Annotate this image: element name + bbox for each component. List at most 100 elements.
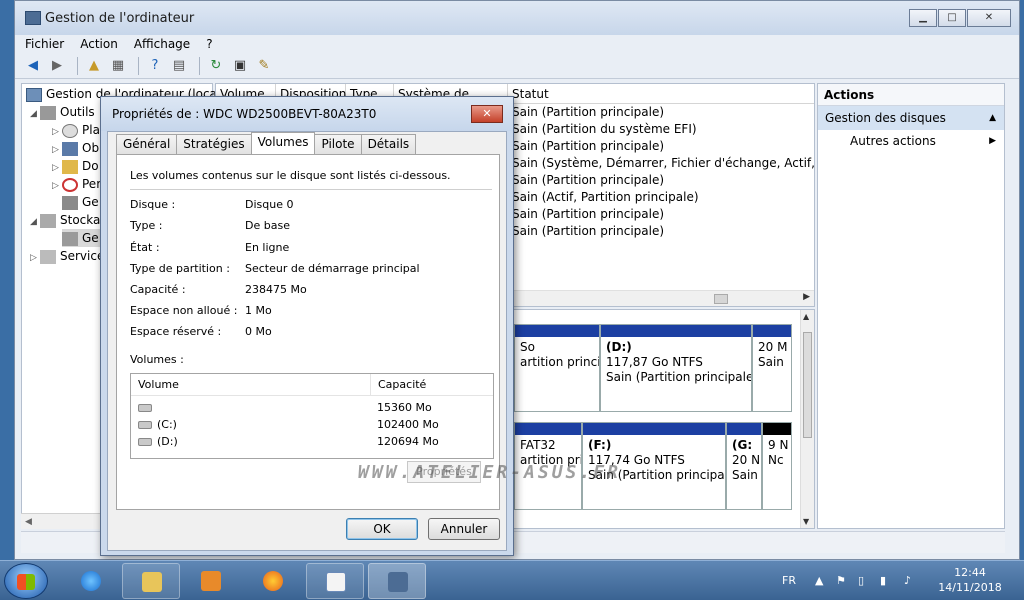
media-player-icon <box>201 571 221 591</box>
disk-properties-dialog: Propriétés de : WDC WD2500BEVT-80A23T0 ✕… <box>100 96 514 556</box>
scroll-up-icon[interactable]: ▲ <box>803 312 809 321</box>
volume-capacity: 15360 Mo <box>377 401 432 414</box>
list-row-status[interactable]: Sain (Partition principale) <box>512 172 664 189</box>
actions-section-disk-management[interactable]: Gestion des disques ▲ <box>818 106 1004 130</box>
up-folder-icon[interactable]: ▲ <box>84 57 104 75</box>
taskbar-wordpad[interactable] <box>306 563 364 599</box>
action-pane-icon[interactable]: ▤ <box>169 57 189 75</box>
tab-pilote[interactable]: Pilote <box>314 134 362 154</box>
action-more-actions[interactable]: Autres actions ▶ <box>818 130 1004 152</box>
expand-icon[interactable]: ▷ <box>52 159 62 175</box>
list-row-status[interactable]: Sain (Actif, Partition principale) <box>512 189 699 206</box>
partition-text: Sain <box>732 468 758 482</box>
tree-item-services[interactable]: ▷ Service <box>30 247 104 265</box>
partition-block[interactable]: 20 M Sain <box>752 324 792 412</box>
toolbar-separator <box>199 56 200 75</box>
diskmap-vertical-scrollbar[interactable]: ▲ ▼ <box>800 310 814 528</box>
expand-icon[interactable]: ▷ <box>52 177 62 193</box>
volumes-column-capacity[interactable]: Capacité <box>371 374 493 396</box>
tree-item-gestionnaire-peripheriques[interactable]: Ge <box>62 193 99 211</box>
partition-d[interactable]: (D:) 117,87 Go NTFS Sain (Partition princi… <box>600 324 752 412</box>
rescan-icon[interactable]: ✎ <box>254 57 274 75</box>
list-row-status[interactable]: Sain (Système, Démarrer, Fichier d'échan… <box>512 155 814 172</box>
properties-icon[interactable]: ▣ <box>230 57 250 75</box>
back-icon[interactable]: ◀ <box>23 57 43 75</box>
expand-icon[interactable]: ▷ <box>30 249 40 265</box>
partition-text: 20 N <box>732 453 761 467</box>
maximize-button[interactable]: □ <box>938 9 966 27</box>
taskbar-ie[interactable] <box>62 563 120 599</box>
column-header-status[interactable]: Statut <box>508 84 814 104</box>
clock[interactable]: 12:44 14/11/2018 <box>930 565 1010 595</box>
menu-help[interactable]: ? <box>206 37 212 51</box>
tree-item-outils[interactable]: ◢ Outils <box>30 103 95 121</box>
close-button[interactable]: ✕ <box>967 9 1011 27</box>
tab-strategies[interactable]: Stratégies <box>176 134 252 154</box>
menu-affichage[interactable]: Affichage <box>134 37 190 51</box>
tree-label: Ge <box>82 231 99 245</box>
dialog-close-button[interactable]: ✕ <box>471 105 503 123</box>
watermark: WWW.ATELIER-ASUS.FR <box>358 462 621 483</box>
prop-label-disk: Disque : <box>130 198 176 211</box>
performance-icon <box>62 177 78 192</box>
volume-row[interactable]: (C:) <box>138 416 177 433</box>
tree-item-performance[interactable]: ▷ Per <box>52 175 101 193</box>
scrollbar-thumb[interactable] <box>714 294 728 304</box>
taskbar-firefox[interactable] <box>244 563 302 599</box>
list-row-status[interactable]: Sain (Partition principale) <box>512 138 664 155</box>
partition-text: 117,87 Go NTFS <box>606 355 703 369</box>
menu-fichier[interactable]: Fichier <box>25 37 64 51</box>
expand-icon[interactable]: ▷ <box>52 123 62 139</box>
expand-icon[interactable]: ▷ <box>52 141 62 157</box>
show-hide-tree-icon[interactable]: ▦ <box>108 57 128 75</box>
tree-item-observateur[interactable]: ▷ Ob <box>52 139 99 157</box>
computer-management-icon <box>388 572 408 592</box>
tree-item-dossiers[interactable]: ▷ Do <box>52 157 99 175</box>
cancel-button[interactable]: Annuler <box>428 518 500 540</box>
start-button[interactable] <box>4 563 48 599</box>
taskbar-computer-management[interactable] <box>368 563 426 599</box>
partition-block[interactable]: So artition princip <box>514 324 600 412</box>
volumes-intro-text: Les volumes contenus sur le disque sont … <box>130 169 451 182</box>
menu-action[interactable]: Action <box>80 37 118 51</box>
ok-button[interactable]: OK <box>346 518 418 540</box>
usb-icon[interactable]: ▯ <box>858 561 864 600</box>
collapse-icon[interactable]: ◢ <box>30 105 40 121</box>
list-row-status[interactable]: Sain (Partition principale) <box>512 223 664 240</box>
forward-icon[interactable]: ▶ <box>47 57 67 75</box>
tree-item-stockage[interactable]: ◢ Stocka <box>30 211 100 229</box>
unallocated-block[interactable]: 9 N Nc <box>762 422 792 510</box>
help-icon[interactable]: ? <box>145 57 165 75</box>
scroll-right-icon[interactable]: ▶ <box>803 292 810 302</box>
network-icon[interactable]: ▮ <box>880 561 886 600</box>
tab-volumes[interactable]: Volumes <box>250 132 316 154</box>
volume-row[interactable]: (D:) <box>138 433 178 450</box>
collapse-up-icon[interactable]: ▲ <box>989 106 996 130</box>
action-center-icon[interactable]: ⚑ <box>836 561 846 600</box>
tree-item-planificateur[interactable]: ▷ Pla <box>52 121 100 139</box>
volume-row[interactable] <box>138 399 157 416</box>
language-indicator[interactable]: FR <box>782 561 796 600</box>
dialog-titlebar[interactable]: Propriétés de : WDC WD2500BEVT-80A23T0 ✕ <box>101 97 513 131</box>
partition-label: (F:) <box>588 438 612 452</box>
scroll-down-icon[interactable]: ▼ <box>803 517 809 526</box>
show-hidden-icons[interactable]: ▲ <box>815 561 823 600</box>
volume-icon[interactable]: ♪ <box>904 561 911 600</box>
minimize-button[interactable]: ▁ <box>909 9 937 27</box>
tab-details[interactable]: Détails <box>360 134 417 154</box>
partition-text: 9 N <box>768 438 789 452</box>
volumes-column-volume[interactable]: Volume <box>131 374 371 396</box>
taskbar-explorer[interactable] <box>122 563 180 599</box>
windows-logo-icon <box>17 574 35 590</box>
partition-g[interactable]: (G: 20 N Sain <box>726 422 762 510</box>
scrollbar-thumb[interactable] <box>803 332 812 438</box>
taskbar-media-player[interactable] <box>182 563 240 599</box>
refresh-icon[interactable]: ↻ <box>206 57 226 75</box>
list-row-status[interactable]: Sain (Partition principale) <box>512 104 664 121</box>
window-titlebar[interactable]: Gestion de l'ordinateur ▁ □ ✕ <box>15 1 1019 35</box>
tab-general[interactable]: Général <box>116 134 178 154</box>
list-row-status[interactable]: Sain (Partition du système EFI) <box>512 121 697 138</box>
list-row-status[interactable]: Sain (Partition principale) <box>512 206 664 223</box>
collapse-icon[interactable]: ◢ <box>30 213 40 229</box>
tree-label: Service <box>60 249 105 263</box>
